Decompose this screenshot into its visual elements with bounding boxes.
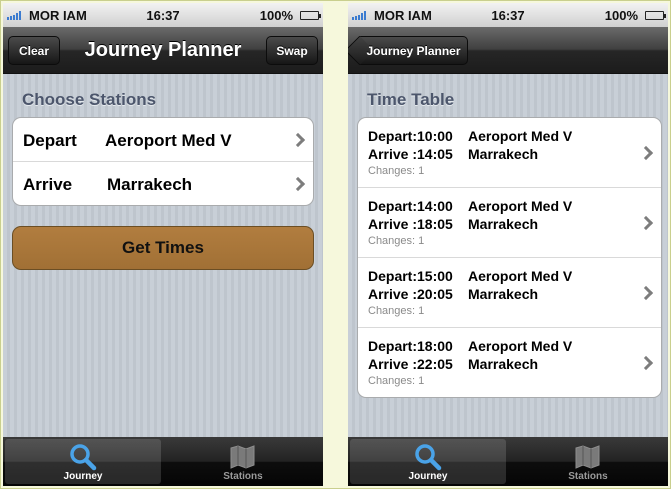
time-table-header: Time Table [367, 90, 455, 109]
get-times-button[interactable]: Get Times [12, 226, 314, 270]
chevron-right-icon [638, 285, 654, 300]
map-icon [230, 445, 255, 469]
choose-stations-header: Choose Stations [22, 90, 157, 109]
navigation-bar: Clear Journey Planner Swap [3, 27, 323, 74]
status-bar: MOR IAM 16:37 100% [3, 3, 323, 27]
trip-depart-time: Depart:14:00 [368, 198, 453, 214]
magnifier-icon [415, 444, 442, 471]
trip-to-station: Marrakech [468, 286, 539, 302]
status-bar: MOR IAM 16:37 100% [348, 3, 668, 27]
tab-stations[interactable]: Stations [510, 439, 666, 484]
tab-bar: Journey Stations [3, 437, 323, 486]
trip-row[interactable]: Depart:10:00 Aeroport Med V Arrive :14:05… [358, 118, 661, 188]
trip-from-station: Aeroport Med V [468, 198, 573, 214]
trip-changes: Changes: 1 [368, 305, 425, 317]
trip-changes: Changes: 1 [368, 165, 425, 177]
arrive-row[interactable]: Arrive Marrakech [13, 162, 313, 205]
chevron-right-icon [290, 176, 306, 191]
trip-changes: Changes: 1 [368, 235, 425, 247]
trip-from-station: Aeroport Med V [468, 268, 573, 284]
depart-row[interactable]: Depart Aeroport Med V [13, 118, 313, 162]
trip-from-station: Aeroport Med V [468, 128, 573, 144]
battery-icon [645, 11, 666, 20]
tab-journey-label: Journey [63, 471, 103, 482]
tab-journey[interactable]: Journey [5, 439, 161, 484]
trip-arrive-time: Arrive :18:05 [368, 216, 453, 232]
tab-stations-label: Stations [568, 471, 608, 482]
chevron-right-icon [638, 215, 654, 230]
tab-journey-label: Journey [408, 471, 448, 482]
trip-to-station: Marrakech [468, 356, 539, 372]
battery-percent: 100% [259, 8, 293, 23]
trip-arrive-time: Arrive :14:05 [368, 146, 453, 162]
trip-row[interactable]: Depart:14:00 Aeroport Med V Arrive :18:05… [358, 188, 661, 258]
trip-depart-time: Depart:10:00 [368, 128, 453, 144]
journey-planner-screen: MOR IAM 16:37 100% Clear Journey Planner… [3, 3, 323, 486]
swap-button[interactable]: Swap [266, 36, 318, 65]
map-icon [575, 445, 600, 469]
back-button[interactable]: Journey Planner [360, 36, 468, 65]
time-table-screen: MOR IAM 16:37 100% Journey Planner Time … [348, 3, 668, 486]
trip-from-station: Aeroport Med V [468, 338, 573, 354]
stations-group: Depart Aeroport Med V Arrive Marrakech [12, 117, 314, 206]
trip-depart-time: Depart:18:00 [368, 338, 453, 354]
trip-row[interactable]: Depart:15:00 Aeroport Med V Arrive :20:05… [358, 258, 661, 328]
trip-to-station: Marrakech [468, 146, 539, 162]
back-button-label: Journey Planner [366, 43, 461, 58]
chevron-right-icon [638, 145, 654, 160]
trip-arrive-time: Arrive :20:05 [368, 286, 453, 302]
chevron-right-icon [290, 132, 306, 147]
depart-value: Aeroport Med V [105, 131, 232, 150]
tab-stations[interactable]: Stations [165, 439, 321, 484]
depart-label: Depart [23, 131, 77, 150]
chevron-right-icon [638, 355, 654, 370]
navigation-bar: Journey Planner [348, 27, 668, 74]
trip-changes: Changes: 1 [368, 375, 425, 387]
tab-bar: Journey Stations [348, 437, 668, 486]
arrive-value: Marrakech [107, 175, 193, 194]
magnifier-icon [70, 444, 97, 471]
battery-percent: 100% [604, 8, 638, 23]
tab-journey[interactable]: Journey [350, 439, 506, 484]
trip-arrive-time: Arrive :22:05 [368, 356, 453, 372]
trip-depart-time: Depart:15:00 [368, 268, 453, 284]
trip-to-station: Marrakech [468, 216, 539, 232]
battery-icon [300, 11, 321, 20]
trips-list: Depart:10:00 Aeroport Med V Arrive :14:05… [357, 117, 662, 398]
arrive-label: Arrive [23, 175, 73, 194]
tab-stations-label: Stations [223, 471, 263, 482]
trip-row[interactable]: Depart:18:00 Aeroport Med V Arrive :22:05… [358, 328, 661, 397]
